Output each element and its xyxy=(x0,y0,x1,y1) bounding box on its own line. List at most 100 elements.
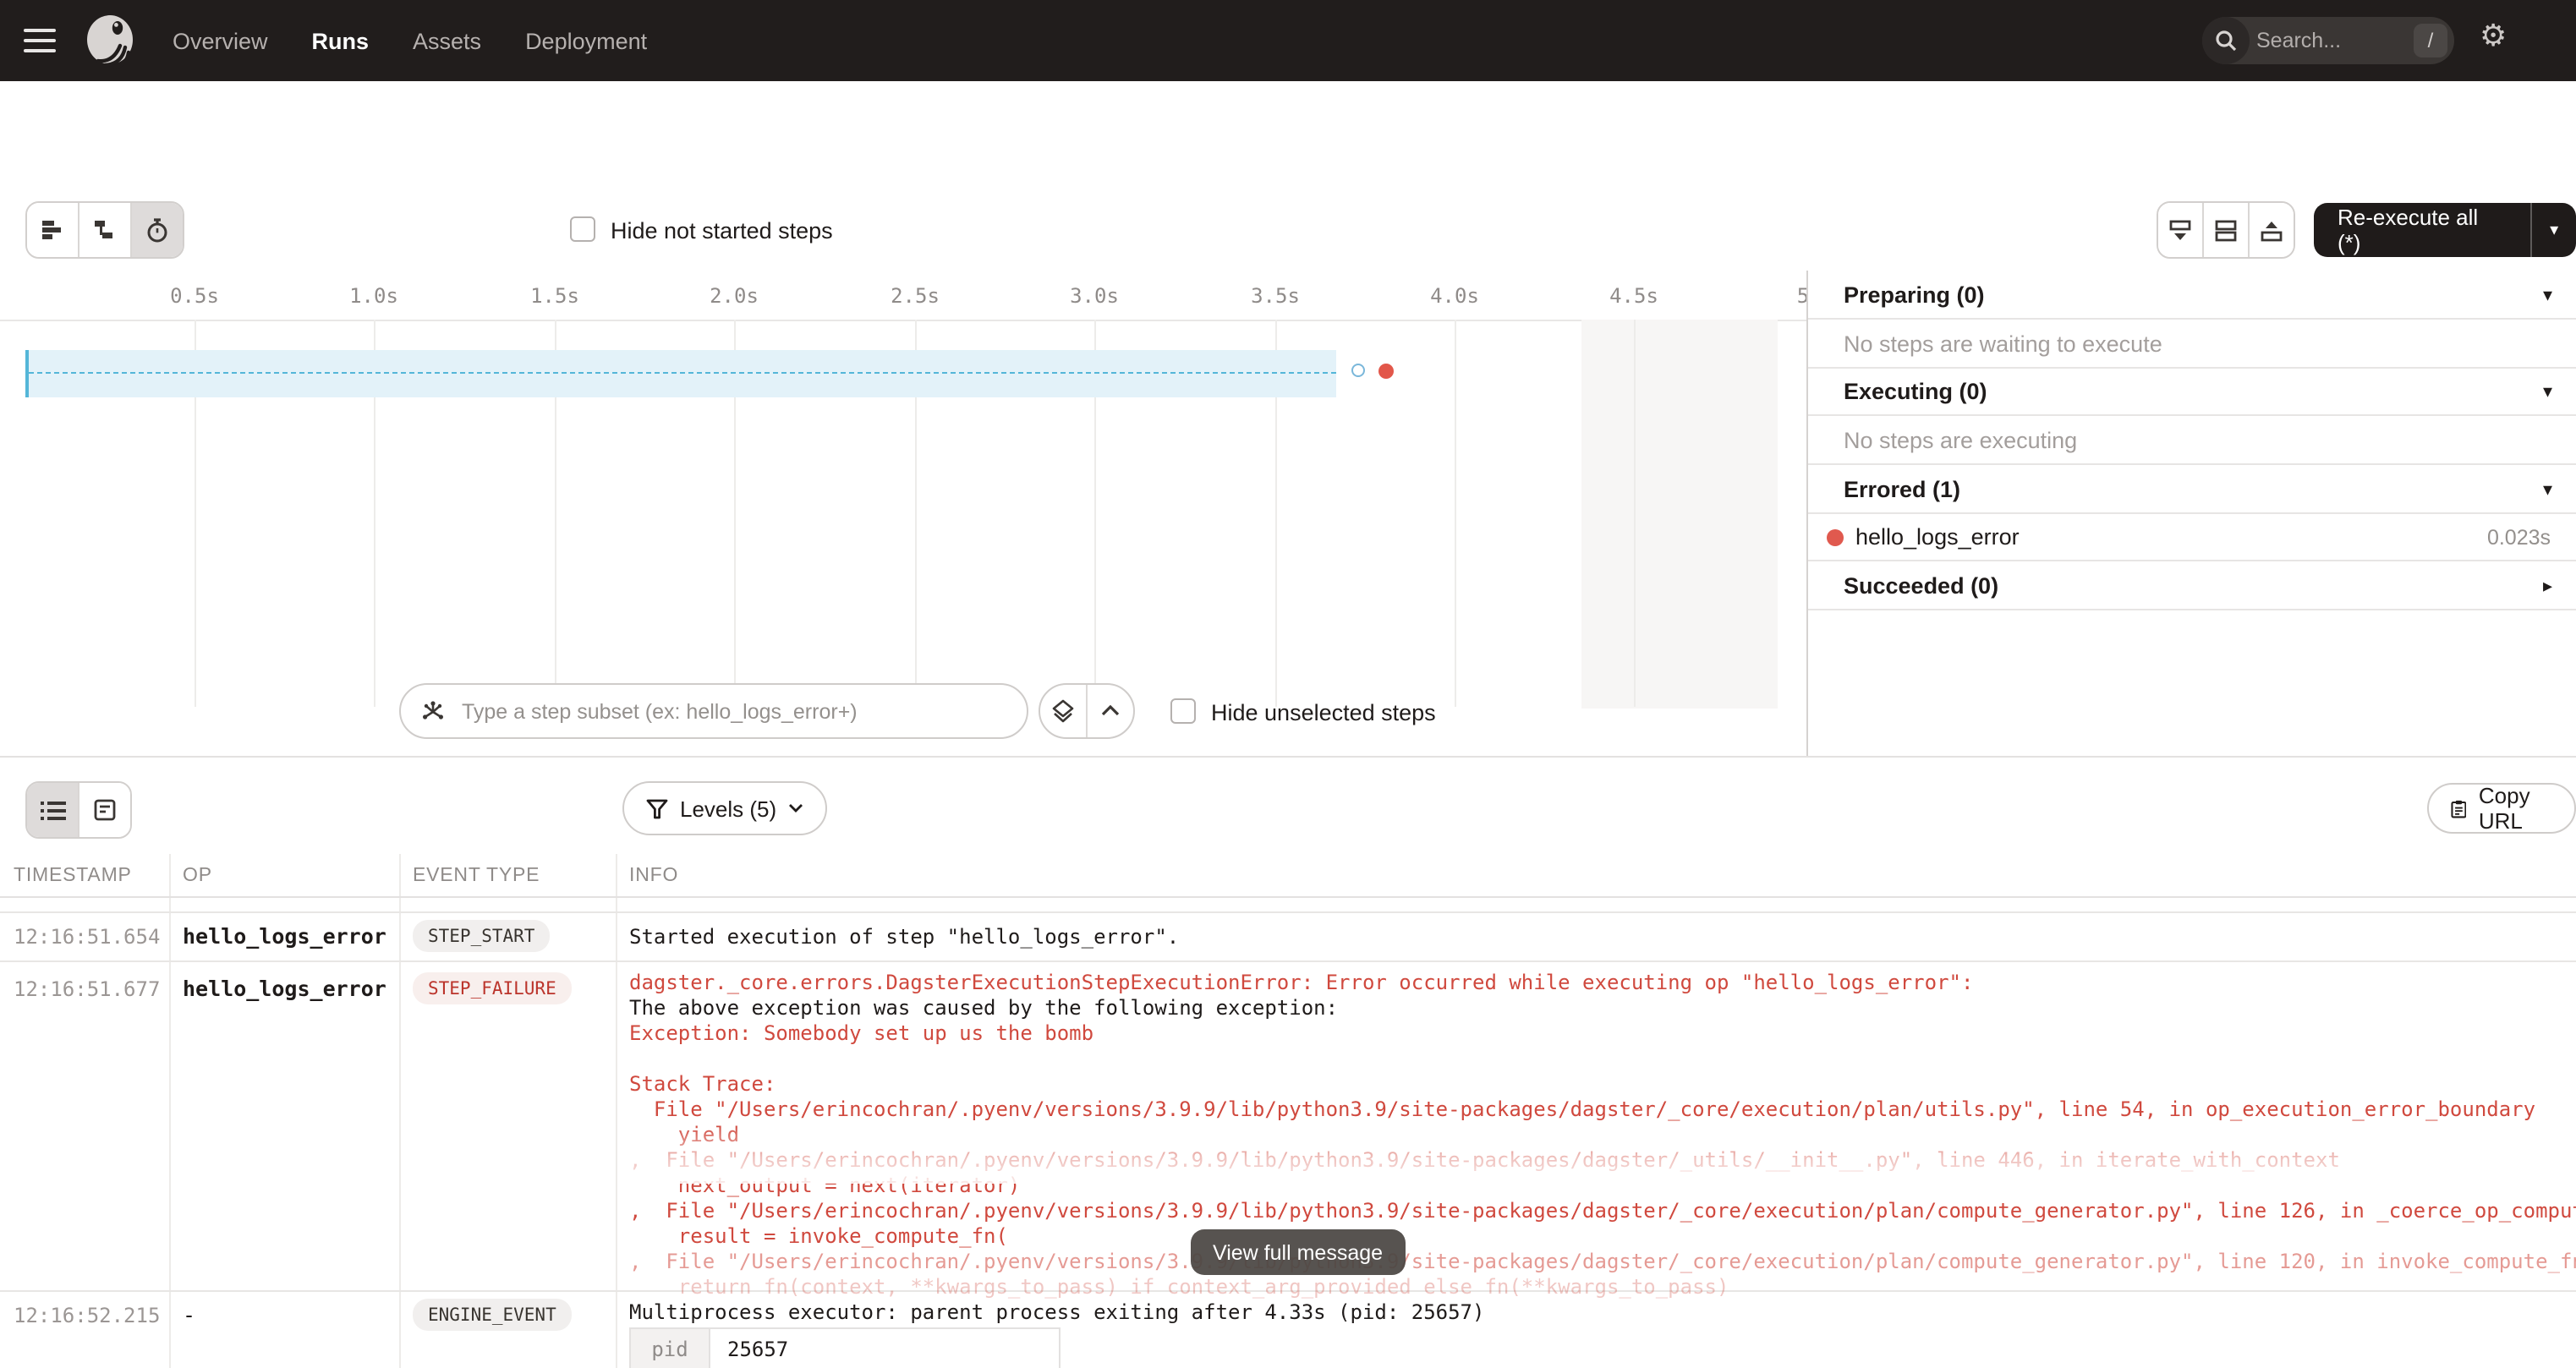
axis-line xyxy=(0,320,1806,321)
search-icon xyxy=(2202,17,2250,64)
gantt-toolbar: Hide not started steps xyxy=(0,188,2576,271)
log-row-engine-event[interactable]: 12:16:52.215 - ENGINE_EVENT Multiprocess… xyxy=(0,1290,2576,1368)
log-table-header: TIMESTAMP OP EVENT TYPE INFO xyxy=(0,854,2576,898)
view-mode-group xyxy=(25,201,184,259)
document-icon xyxy=(93,798,117,822)
timer-icon xyxy=(145,217,169,243)
chevron-down-icon[interactable]: ▾ xyxy=(2543,380,2552,402)
event-type-badge: ENGINE_EVENT xyxy=(413,1299,572,1331)
dagster-run-page: Overview Runs Assets Deployment / ⚙ 7e23… xyxy=(0,0,2576,1368)
step-dashed-line xyxy=(29,372,1336,374)
waterfall-gantt-icon xyxy=(91,216,118,244)
panel-layout-group xyxy=(2157,201,2295,259)
layers-icon[interactable] xyxy=(1040,685,1088,737)
search-input[interactable] xyxy=(2250,29,2414,52)
collapse-bottom-button[interactable] xyxy=(2158,203,2204,257)
section-errored[interactable]: Errored (1)▾ xyxy=(1808,465,2576,514)
section-executing[interactable]: Executing (0)▾ xyxy=(1808,369,2576,416)
timing-view-button[interactable] xyxy=(132,203,183,257)
gear-icon[interactable]: ⚙ xyxy=(2480,22,2507,52)
menu-icon[interactable] xyxy=(24,23,56,59)
axis-tick: 3.5s xyxy=(1251,284,1300,308)
copy-url-button[interactable]: Copy URL xyxy=(2427,783,2576,834)
gantt-timeline: 0.5s 1.0s 1.5s 2.0s 2.5s 3.0s 3.5s 4.0s … xyxy=(0,271,1808,758)
axis-tick: 1.0s xyxy=(349,284,398,308)
run-header: 7e236874 Failure ↺ Run of demo_job_error… xyxy=(0,81,2576,189)
col-timestamp: TIMESTAMP xyxy=(14,866,132,886)
event-type-badge: STEP_FAILURE xyxy=(413,972,572,1004)
flat-gantt-icon xyxy=(39,216,66,244)
axis-tick: 4.5s xyxy=(1609,284,1658,308)
axis-tick: 2.5s xyxy=(891,284,940,308)
nav-runs[interactable]: Runs xyxy=(312,28,370,53)
after-run-shading xyxy=(1581,320,1778,709)
flat-view-button[interactable] xyxy=(27,203,79,257)
reexecute-all-button[interactable]: Re-execute all (*) ▾ xyxy=(2314,203,2576,257)
preparing-empty-row: No steps are waiting to execute xyxy=(1808,320,2576,369)
col-info: INFO xyxy=(629,866,678,886)
hide-unselected-checkbox[interactable] xyxy=(1170,698,1196,724)
top-nav: Overview Runs Assets Deployment / ⚙ xyxy=(0,0,2576,81)
chevron-right-icon[interactable]: ▸ xyxy=(2543,574,2552,596)
chevron-up-icon[interactable] xyxy=(1088,685,1133,737)
errored-step-row[interactable]: hello_logs_error 0.023s xyxy=(1808,514,2576,561)
section-preparing[interactable]: Preparing (0)▾ xyxy=(1808,271,2576,320)
col-op: OP xyxy=(183,866,212,886)
panel-split-icon xyxy=(2212,217,2239,243)
chevron-down-icon[interactable]: ▾ xyxy=(2543,283,2552,305)
section-succeeded[interactable]: Succeeded (0)▸ xyxy=(1808,561,2576,610)
executing-empty-row: No steps are executing xyxy=(1808,416,2576,465)
log-list-view-button[interactable] xyxy=(27,783,79,837)
clipboard-icon xyxy=(2451,796,2467,821)
panel-collapse-up-icon xyxy=(2258,217,2285,243)
step-name: hello_logs_error xyxy=(1855,524,2020,550)
panel-collapse-down-icon xyxy=(2167,217,2194,243)
event-metadata-table: pid 25657 xyxy=(629,1327,1061,1368)
op-selector-icon xyxy=(421,699,445,723)
chevron-down-icon[interactable]: ▾ xyxy=(2543,478,2552,500)
global-search[interactable]: / xyxy=(2202,17,2454,64)
error-message: dagster._core.errors.DagsterExecutionSte… xyxy=(629,971,2562,1300)
log-toolbar: Levels (5) Copy URL xyxy=(0,758,2576,854)
chevron-down-icon xyxy=(788,803,803,813)
axis-tick: 4.0s xyxy=(1430,284,1479,308)
log-view-group xyxy=(25,781,132,839)
dagster-logo[interactable] xyxy=(81,12,139,69)
axis-tick: 3.0s xyxy=(1070,284,1119,308)
list-icon xyxy=(40,799,65,821)
axis-tick: 2.0s xyxy=(710,284,759,308)
split-panels-button[interactable] xyxy=(2204,203,2250,257)
meta-key: pid xyxy=(631,1329,710,1368)
error-dot-icon xyxy=(1827,528,1844,545)
log-row-partial xyxy=(0,896,2576,913)
hide-not-started-label: Hide not started steps xyxy=(611,218,833,244)
log-structured-view-button[interactable] xyxy=(79,783,130,837)
meta-value: 25657 xyxy=(710,1329,1059,1368)
event-type-badge: STEP_START xyxy=(413,920,550,952)
nav-assets[interactable]: Assets xyxy=(413,28,481,53)
col-event-type: EVENT TYPE xyxy=(413,866,540,886)
axis-tick: 1.5s xyxy=(530,284,579,308)
step-failure-marker[interactable] xyxy=(1378,364,1394,379)
waterfall-view-button[interactable] xyxy=(79,203,132,257)
hide-not-started-checkbox[interactable] xyxy=(570,216,595,242)
nav-deployment[interactable]: Deployment xyxy=(525,28,647,53)
nav-overview[interactable]: Overview xyxy=(173,28,268,53)
log-row-step-start[interactable]: 12:16:51.654 hello_logs_error STEP_START… xyxy=(0,911,2576,962)
event-log-table: TIMESTAMP OP EVENT TYPE INFO 12:16:51.65… xyxy=(0,854,2576,1368)
hide-unselected-label: Hide unselected steps xyxy=(1211,700,1436,725)
funnel-icon xyxy=(646,797,668,819)
reexecute-dropdown-caret[interactable]: ▾ xyxy=(2530,203,2576,257)
graph-query-toggle xyxy=(1039,683,1135,739)
step-duration: 0.023s xyxy=(2487,525,2551,549)
axis-tick: 0.5s xyxy=(170,284,219,308)
search-shortcut-key: / xyxy=(2414,24,2447,57)
step-subset-input[interactable] xyxy=(458,698,1006,725)
step-subset-input-wrap xyxy=(399,683,1028,739)
view-full-message-button[interactable]: View full message xyxy=(1191,1229,1405,1275)
step-status-panel: Preparing (0)▾ No steps are waiting to e… xyxy=(1806,271,2576,758)
levels-filter-button[interactable]: Levels (5) xyxy=(622,781,827,835)
step-duration-bar[interactable] xyxy=(25,350,1336,397)
collapse-top-button[interactable] xyxy=(2250,203,2294,257)
step-open-marker[interactable] xyxy=(1351,364,1365,377)
